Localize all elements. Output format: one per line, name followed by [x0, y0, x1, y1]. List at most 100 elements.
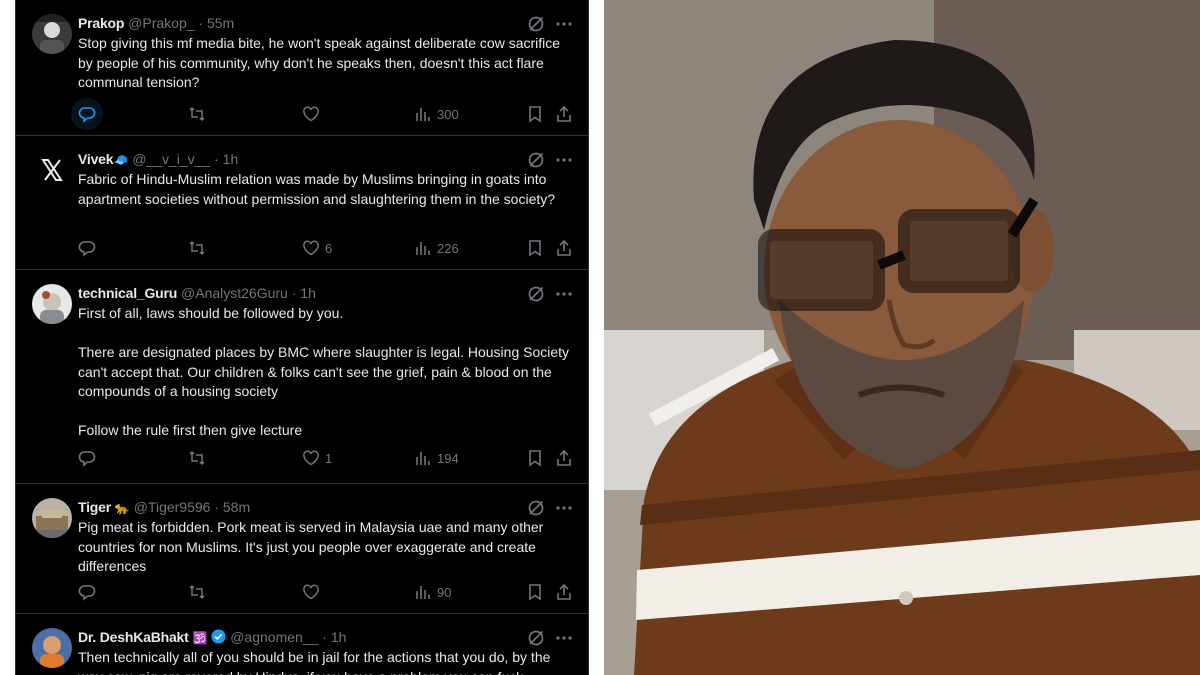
share-icon — [557, 105, 571, 122]
repost-icon — [189, 584, 205, 600]
views-icon — [416, 108, 430, 121]
timestamp[interactable]: · 1h — [322, 629, 346, 645]
repost-icon — [189, 240, 205, 256]
display-name[interactable]: Tiger — [78, 499, 111, 515]
tweet-text-paragraph: Pig meat is forbidden. Pork meat is serv… — [78, 519, 544, 574]
tweet-text-paragraph: Fabric of Hindu-Muslim relation was made… — [78, 171, 556, 207]
user-handle[interactable]: @agnomen__ — [230, 629, 318, 645]
name-emoji: 🕉️ — [192, 631, 208, 645]
more-options-icon[interactable] — [554, 498, 574, 518]
avatar[interactable] — [32, 628, 72, 668]
name-emoji: 🧢 — [113, 153, 129, 167]
heart-icon — [303, 106, 319, 122]
user-handle[interactable]: @Tiger9596 — [134, 499, 211, 515]
views-button[interactable]: 300 — [414, 103, 459, 125]
reply-button[interactable] — [78, 447, 96, 469]
more-options-icon[interactable] — [554, 284, 574, 304]
tweet-header: technical_Guru @Analyst26Guru · 1h — [78, 284, 548, 302]
bookmark-icon — [529, 106, 541, 123]
more-options-icon[interactable] — [554, 628, 574, 648]
reply-icon — [78, 451, 96, 467]
views-icon — [416, 242, 430, 255]
display-name[interactable]: technical_Guru — [78, 285, 177, 301]
views-button[interactable]: 194 — [414, 447, 459, 469]
tweet-actions: 90 — [78, 581, 578, 603]
reply-button[interactable] — [78, 237, 96, 259]
bookmark-button[interactable] — [526, 447, 544, 469]
view-count: 90 — [437, 584, 452, 600]
timestamp[interactable]: · 58m — [214, 499, 250, 515]
avatar[interactable] — [32, 14, 72, 54]
tweet[interactable]: Tiger 🐆 @Tiger9596 · 58m Pig meat is for… — [16, 484, 588, 614]
user-handle[interactable]: @__v_i_v__ — [132, 151, 210, 167]
reply-button[interactable] — [71, 98, 103, 130]
grok-icon[interactable] — [526, 14, 546, 34]
share-button[interactable] — [555, 581, 573, 603]
like-button[interactable]: 6 — [302, 237, 332, 259]
bookmark-button[interactable] — [526, 103, 544, 125]
avatar[interactable] — [32, 284, 72, 324]
name-emoji: 🐆 — [114, 501, 130, 515]
bookmark-button[interactable] — [526, 581, 544, 603]
timestamp[interactable]: · 1h — [214, 151, 238, 167]
user-handle[interactable]: @Analyst26Guru — [181, 285, 288, 301]
tweet-feed-screenshot: Prakop @Prakop_ · 55m Stop giving this m… — [0, 0, 598, 675]
tweet[interactable]: technical_Guru @Analyst26Guru · 1h First… — [16, 270, 588, 484]
share-button[interactable] — [555, 237, 573, 259]
reply-button[interactable] — [78, 581, 96, 603]
tweet-text: Pig meat is forbidden. Pork meat is serv… — [78, 518, 570, 577]
repost-button[interactable] — [188, 581, 206, 603]
repost-button[interactable] — [188, 103, 206, 125]
tweet-actions: 6 226 — [78, 237, 578, 259]
avatar[interactable] — [32, 498, 72, 538]
tweet[interactable]: Dr. DeshKaBhakt 🕉️ @agnomen__ · 1h Then … — [16, 614, 588, 675]
grok-icon[interactable] — [526, 284, 546, 304]
tweet-actions: 300 — [71, 98, 578, 130]
repost-icon — [189, 450, 205, 466]
tweet-text-paragraph: First of all, laws should be followed by… — [78, 305, 344, 321]
display-name[interactable]: Prakop — [78, 15, 124, 31]
bookmark-button[interactable] — [526, 237, 544, 259]
tweet-text-paragraph: There are designated places by BMC where… — [78, 344, 570, 399]
tweet-text: First of all, laws should be followed by… — [78, 304, 570, 441]
display-name[interactable]: Vivek — [78, 151, 114, 167]
like-button[interactable] — [302, 103, 325, 125]
timestamp[interactable]: · 55m — [198, 15, 234, 31]
tweet-text: Fabric of Hindu-Muslim relation was made… — [78, 170, 570, 209]
grok-icon[interactable] — [526, 628, 546, 648]
share-button[interactable] — [555, 103, 573, 125]
bookmark-icon — [529, 584, 541, 601]
like-count: 1 — [325, 450, 333, 466]
user-handle[interactable]: @Prakop_ — [128, 15, 194, 31]
tweet-text: Then technically all of you should be in… — [78, 648, 570, 675]
share-button[interactable] — [555, 447, 573, 469]
grok-icon[interactable] — [526, 150, 546, 170]
repost-button[interactable] — [188, 447, 206, 469]
heart-icon — [303, 450, 319, 466]
share-icon — [557, 239, 571, 256]
like-count: 6 — [325, 240, 333, 256]
tweet-header: Tiger 🐆 @Tiger9596 · 58m — [78, 498, 548, 516]
grok-icon[interactable] — [526, 498, 546, 518]
tweet-header: Dr. DeshKaBhakt 🕉️ @agnomen__ · 1h — [78, 628, 548, 646]
more-options-icon[interactable] — [554, 14, 574, 34]
reply-icon — [78, 585, 96, 601]
tweet[interactable]: Vivek🧢 @__v_i_v__ · 1h Fabric of Hindu-M… — [16, 136, 588, 270]
reply-icon — [78, 241, 96, 257]
man-in-striped-shirt-illustration — [604, 0, 1200, 675]
views-button[interactable]: 226 — [414, 237, 459, 259]
tweet-feed: Prakop @Prakop_ · 55m Stop giving this m… — [15, 0, 589, 675]
like-button[interactable] — [302, 581, 325, 603]
tweet-text-paragraph: Follow the rule first then give lecture — [78, 422, 303, 438]
repost-button[interactable] — [188, 237, 206, 259]
tweet[interactable]: Prakop @Prakop_ · 55m Stop giving this m… — [16, 0, 588, 136]
more-options-icon[interactable] — [554, 150, 574, 170]
display-name[interactable]: Dr. DeshKaBhakt — [78, 629, 189, 645]
timestamp[interactable]: · 1h — [292, 285, 316, 301]
tweet-actions: 1 194 — [78, 447, 578, 469]
avatar[interactable] — [32, 150, 72, 190]
like-button[interactable]: 1 — [302, 447, 332, 469]
views-icon — [416, 452, 430, 465]
x-logo-icon — [41, 159, 63, 181]
views-button[interactable]: 90 — [414, 581, 451, 603]
